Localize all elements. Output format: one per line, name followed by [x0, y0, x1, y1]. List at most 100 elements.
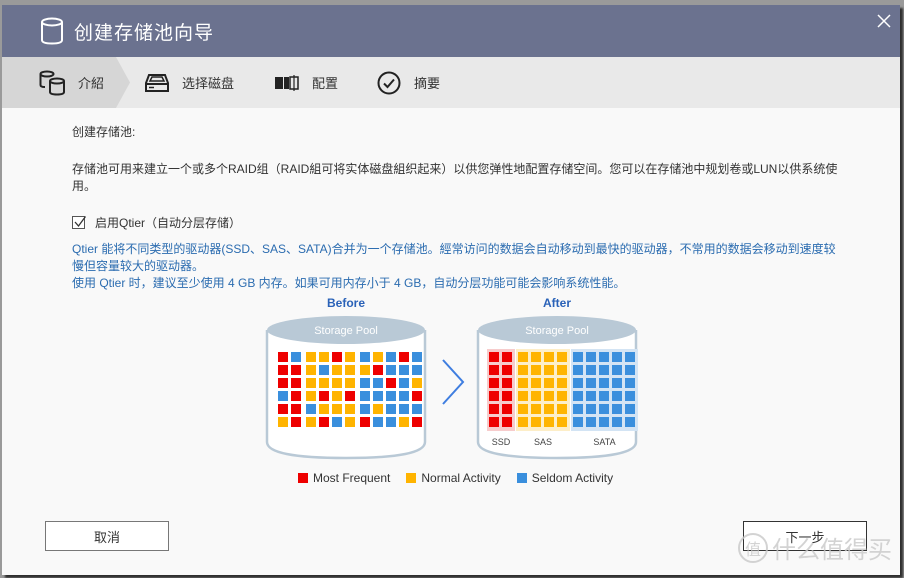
block-most-frequent — [502, 378, 512, 388]
legend-swatch — [516, 473, 527, 483]
block-most-frequent — [489, 365, 499, 375]
block-normal-activity — [345, 378, 355, 388]
block-normal-activity — [332, 391, 342, 401]
block-normal-activity — [518, 404, 528, 414]
wizard-steps: 介紹 选择磁盘 配置 摘要 — [2, 57, 900, 108]
block-seldom-activity — [612, 404, 622, 414]
block-normal-activity — [319, 404, 329, 414]
block-most-frequent — [291, 417, 301, 427]
cancel-button[interactable]: 取消 — [45, 521, 169, 551]
before-label: Before — [327, 296, 365, 310]
block-most-frequent — [489, 378, 499, 388]
block-seldom-activity — [625, 391, 635, 401]
block-normal-activity — [345, 352, 355, 362]
database-icon — [41, 17, 63, 45]
step-label: 配置 — [312, 76, 339, 91]
block-most-frequent — [278, 378, 288, 388]
step-select-disks[interactable]: 选择磁盘 — [142, 57, 234, 108]
block-normal-activity — [531, 378, 541, 388]
after-pool-label: Storage Pool — [525, 325, 589, 337]
block-seldom-activity — [306, 404, 316, 414]
block-seldom-activity — [386, 365, 396, 375]
close-icon[interactable] — [876, 13, 892, 29]
next-button[interactable]: 下一步 — [743, 521, 867, 551]
block-seldom-activity — [612, 365, 622, 375]
block-seldom-activity — [386, 352, 396, 362]
block-normal-activity — [306, 391, 316, 401]
block-seldom-activity — [586, 417, 596, 427]
step-configure[interactable]: 配置 — [272, 57, 338, 108]
block-seldom-activity — [612, 391, 622, 401]
block-normal-activity — [399, 417, 409, 427]
after-label: After — [543, 296, 571, 310]
legend-item-normal-activity: Normal Activity — [406, 471, 501, 485]
tier-label-sata: SATA — [593, 437, 615, 447]
block-seldom-activity — [360, 391, 370, 401]
block-seldom-activity — [612, 417, 622, 427]
block-most-frequent — [291, 365, 301, 375]
qtier-checkbox-label: 启用Qtier（自动分层存储） — [95, 216, 242, 230]
step-summary[interactable]: 摘要 — [374, 57, 440, 108]
block-seldom-activity — [586, 391, 596, 401]
block-most-frequent — [373, 365, 383, 375]
block-seldom-activity — [625, 417, 635, 427]
block-normal-activity — [557, 417, 567, 427]
dialog-header: 创建存储池向导 — [2, 5, 900, 57]
block-normal-activity — [544, 378, 554, 388]
legend-item-seldom-activity: Seldom Activity — [516, 471, 614, 485]
block-most-frequent — [502, 404, 512, 414]
step-label: 摘要 — [414, 76, 441, 91]
block-normal-activity — [306, 417, 316, 427]
step-intro[interactable]: 介紹 — [38, 57, 104, 108]
qtier-checkbox[interactable] — [72, 216, 87, 229]
tier-label-sas: SAS — [534, 437, 552, 447]
block-most-frequent — [291, 391, 301, 401]
block-normal-activity — [332, 378, 342, 388]
block-seldom-activity — [373, 378, 383, 388]
block-normal-activity — [557, 378, 567, 388]
block-normal-activity — [306, 352, 316, 362]
legend-item-most-frequent: Most Frequent — [298, 471, 390, 485]
block-most-frequent — [412, 417, 422, 427]
qtier-checkbox-row[interactable]: 启用Qtier（自动分层存储） — [72, 214, 241, 231]
block-seldom-activity — [319, 365, 329, 375]
block-most-frequent — [502, 417, 512, 427]
block-seldom-activity — [412, 352, 422, 362]
checkmark-circle-icon — [374, 70, 404, 96]
block-normal-activity — [332, 404, 342, 414]
section-title: 创建存储池: — [72, 125, 136, 139]
block-normal-activity — [412, 378, 422, 388]
block-normal-activity — [518, 417, 528, 427]
block-seldom-activity — [625, 352, 635, 362]
legend: Most Frequent Normal Activity Seldom Act… — [298, 471, 629, 485]
block-normal-activity — [345, 417, 355, 427]
block-most-frequent — [399, 352, 409, 362]
raid-config-icon — [272, 70, 302, 96]
block-seldom-activity — [612, 378, 622, 388]
step-label: 介紹 — [78, 76, 105, 91]
before-cylinder: Storage Pool — [265, 316, 427, 460]
block-seldom-activity — [399, 391, 409, 401]
block-seldom-activity — [599, 378, 609, 388]
storage-pool-icon — [38, 70, 68, 96]
block-seldom-activity — [386, 391, 396, 401]
block-most-frequent — [386, 378, 396, 388]
block-most-frequent — [291, 378, 301, 388]
legend-label: Normal Activity — [421, 471, 501, 485]
block-normal-activity — [531, 417, 541, 427]
block-seldom-activity — [373, 391, 383, 401]
block-normal-activity — [531, 365, 541, 375]
block-most-frequent — [278, 365, 288, 375]
block-most-frequent — [319, 391, 329, 401]
block-seldom-activity — [399, 365, 409, 375]
block-seldom-activity — [573, 365, 583, 375]
before-pool-label: Storage Pool — [314, 325, 378, 337]
block-normal-activity — [518, 365, 528, 375]
block-seldom-activity — [599, 417, 609, 427]
tier-label-ssd: SSD — [492, 437, 511, 447]
intro-content: 创建存储池: 存储池可用来建立一个或多个RAID组（RAID組可将实体磁盘組织起… — [72, 123, 842, 290]
block-normal-activity — [373, 404, 383, 414]
block-seldom-activity — [599, 365, 609, 375]
legend-label: Seldom Activity — [531, 471, 614, 485]
block-seldom-activity — [399, 378, 409, 388]
